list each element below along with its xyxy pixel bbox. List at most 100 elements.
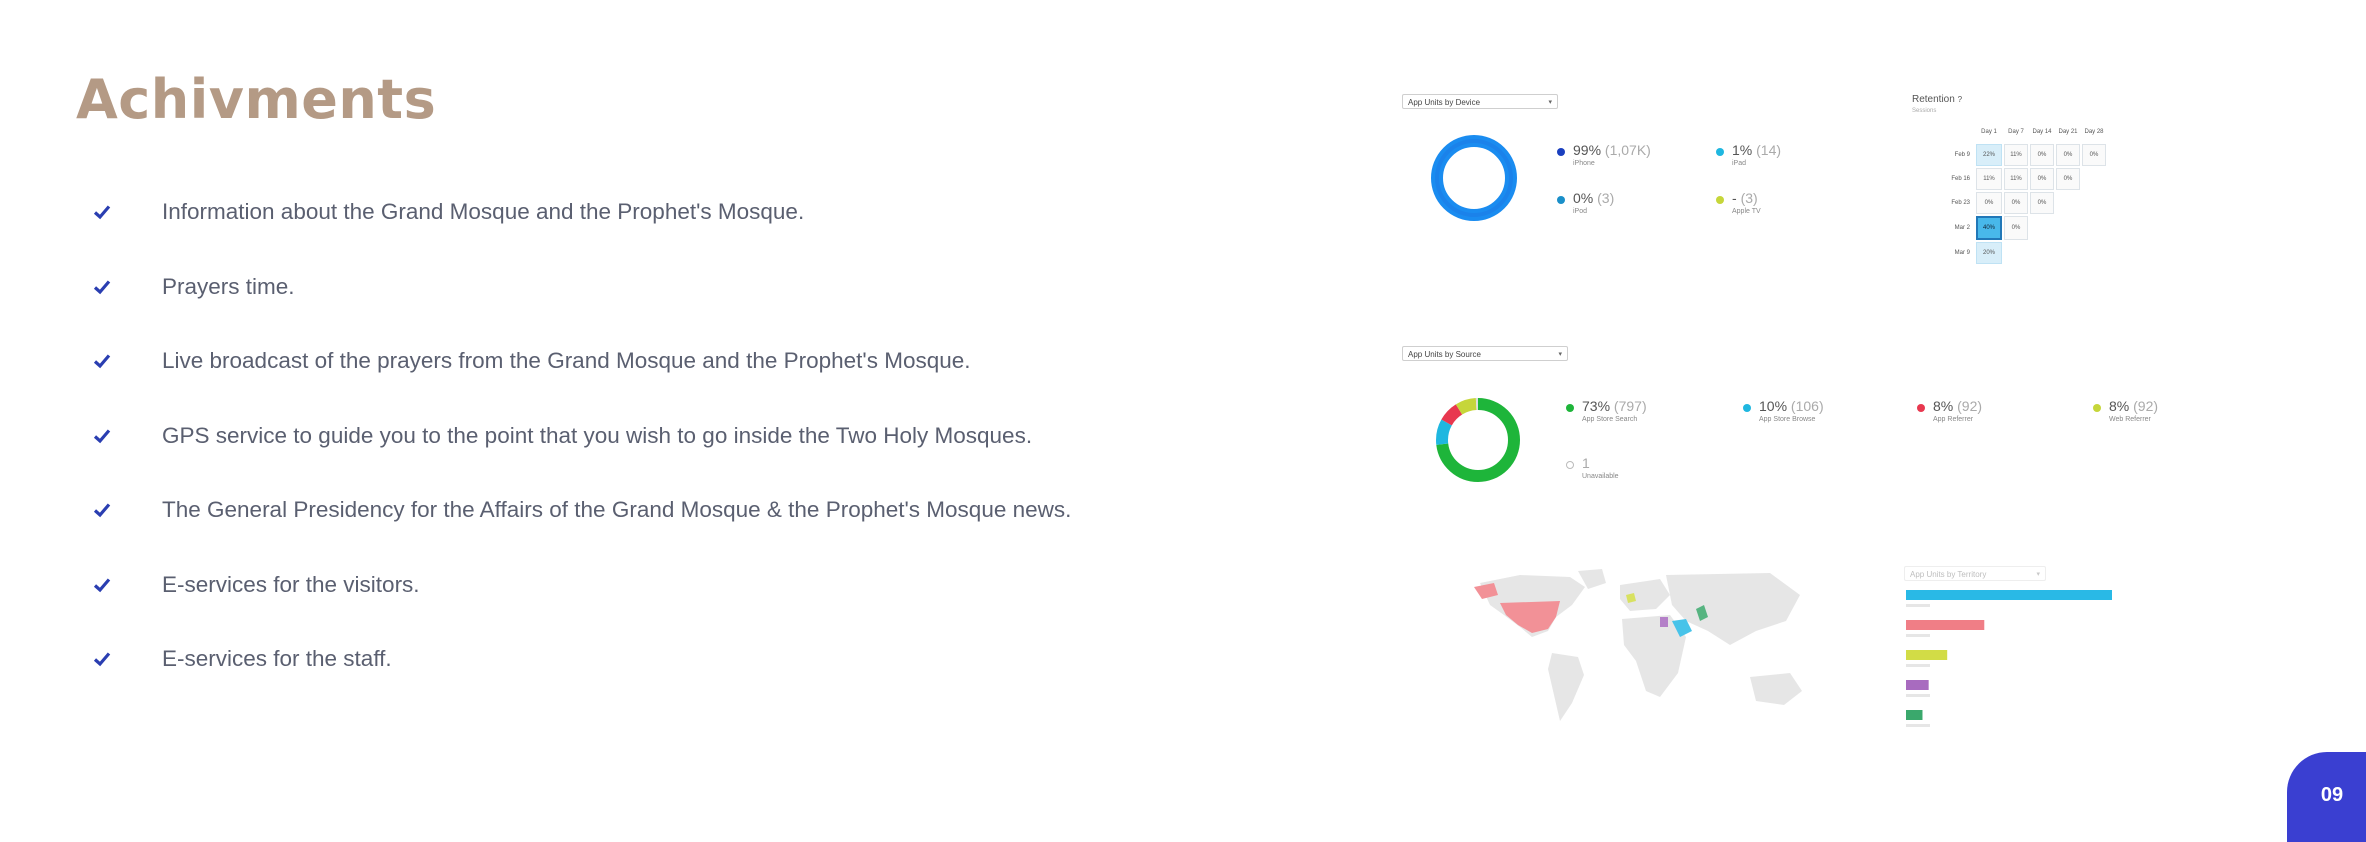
page-title: Achivments <box>76 68 437 131</box>
row-label: Feb 9 <box>1954 152 1970 158</box>
legend-dot <box>1557 148 1565 156</box>
legend-count: (1,07K) <box>1604 142 1651 158</box>
table-cell: 0% <box>2030 168 2054 190</box>
legend-dot <box>1917 404 1925 412</box>
legend-pct: 99% <box>1573 142 1602 158</box>
list-item: Prayers time. <box>92 269 1071 344</box>
list-item-text: E-services for the visitors. <box>162 571 420 597</box>
list-item-text: E-services for the staff. <box>162 646 392 671</box>
device-donut <box>1431 135 1517 221</box>
table-cell: 22% <box>1976 144 2002 166</box>
check-icon <box>92 575 112 595</box>
legend-dot <box>1716 148 1724 156</box>
list-item: GPS service to guide you to the point th… <box>92 418 1071 493</box>
legend-count: (3) <box>1740 190 1758 206</box>
territory-bar-label <box>1906 694 1930 697</box>
map-egypt <box>1660 617 1668 627</box>
legend-pct: 8% <box>1933 398 1954 414</box>
territory-bar-chart <box>1906 590 2112 727</box>
legend-label: iPod <box>1573 208 1588 215</box>
map-asia <box>1666 573 1800 645</box>
territory-bar <box>1906 590 2112 600</box>
territory-dropdown-label: App Units by Territory <box>1910 570 1987 579</box>
legend-pct: 1 <box>1582 455 1590 471</box>
chevron-down-icon: ▾ <box>2036 571 2040 578</box>
table-cell: 0% <box>2056 144 2080 166</box>
legend-label: Unavailable <box>1582 473 1619 480</box>
legend-pct: - <box>1732 190 1737 206</box>
table-row: Feb 16 11% 11% 0% 0% <box>1942 168 2106 190</box>
column-header: Day 28 <box>2084 129 2104 135</box>
retention-subtitle: Sessions <box>1912 108 1937 114</box>
map-usa <box>1500 601 1560 633</box>
device-dropdown[interactable]: App Units by Device ▾ <box>1402 94 1558 109</box>
row-label: Feb 23 <box>1951 200 1970 206</box>
legend-count: (92) <box>1957 398 1983 414</box>
legend-count: (92) <box>2133 398 2159 414</box>
table-row: Feb 9 22% 11% 0% 0% 0% <box>1942 144 2106 166</box>
help-icon[interactable]: ? <box>1958 95 1962 104</box>
list-item: E-services for the staff. <box>92 641 1071 716</box>
legend-dot <box>1557 196 1565 204</box>
column-header: Day 14 <box>2032 129 2052 135</box>
list-item: E-services for the visitors. <box>92 567 1071 642</box>
territory-bar <box>1906 710 1923 720</box>
legend-label: iPad <box>1732 160 1747 167</box>
retention-title-text: Retention <box>1912 94 1955 105</box>
chevron-down-icon: ▾ <box>1548 99 1552 106</box>
legend-pct: 10% <box>1759 398 1788 414</box>
table-cell: 11% <box>1976 168 2002 190</box>
legend-pct: 8% <box>2109 398 2130 414</box>
legend-label: App Referrer <box>1933 416 1974 423</box>
table-cell: 0% <box>2004 216 2028 240</box>
table-row: Feb 23 0% 0% 0% <box>1942 192 2106 214</box>
legend-label: Apple TV <box>1732 208 1761 215</box>
legend-label: iPhone <box>1573 160 1595 167</box>
territory-dropdown[interactable]: App Units by Territory ▾ <box>1904 566 2046 581</box>
map-australia <box>1750 673 1802 705</box>
legend-dot <box>1566 461 1574 469</box>
table-cell: 0% <box>2030 192 2054 214</box>
legend-label: App Store Browse <box>1759 416 1816 423</box>
table-cell: 0% <box>2082 144 2106 166</box>
territory-bar-label <box>1906 634 1930 637</box>
column-header: Day 7 <box>2008 129 2024 135</box>
retention-table: Day 1 Day 7 Day 14 Day 21 Day 28 Feb 9 2… <box>1940 120 2108 266</box>
check-icon <box>92 202 112 222</box>
legend-label: Web Referrer <box>2109 416 2151 423</box>
table-cell: 0% <box>2056 168 2080 190</box>
check-icon <box>92 649 112 669</box>
legend-count: (797) <box>1613 398 1647 414</box>
legend-dot <box>1566 404 1574 412</box>
list-item-text: Prayers time. <box>162 273 295 299</box>
column-header: Day 1 <box>1981 129 1997 135</box>
table-cell: 0% <box>2030 144 2054 166</box>
check-icon <box>92 351 112 371</box>
check-icon <box>92 426 112 446</box>
world-map <box>1474 569 1802 721</box>
list-item: Information about the Grand Mosque and t… <box>92 194 1071 269</box>
list-item-text: GPS service to guide you to the point th… <box>162 422 1033 448</box>
row-label: Mar 9 <box>1954 250 1970 256</box>
source-donut <box>1436 398 1520 482</box>
row-label: Mar 2 <box>1954 225 1970 231</box>
legend-dot <box>1743 404 1751 412</box>
table-cell: 11% <box>2004 168 2028 190</box>
page-number: 09 <box>2320 784 2344 806</box>
territory-bar <box>1906 680 1929 690</box>
source-dropdown[interactable]: App Units by Source ▾ <box>1402 346 1568 361</box>
legend-count: (106) <box>1790 398 1824 414</box>
chevron-down-icon: ▾ <box>1558 351 1562 358</box>
legend-dot <box>2093 404 2101 412</box>
territory-bar-label <box>1906 664 1930 667</box>
list-item: Live broadcast of the prayers from the G… <box>92 343 1071 418</box>
list-item-text: Live broadcast of the prayers from the G… <box>162 348 971 373</box>
territory-bar <box>1906 620 1985 630</box>
table-cell: 40% <box>1976 216 2002 240</box>
table-cell: 0% <box>2004 192 2028 214</box>
table-cell: 20% <box>1976 242 2002 264</box>
table-header-row: Day 1 Day 7 Day 14 Day 21 Day 28 <box>1942 122 2106 142</box>
table-cell: 11% <box>2004 144 2028 166</box>
table-row: Mar 2 40% 0% <box>1942 216 2106 240</box>
device-dropdown-label: App Units by Device <box>1408 98 1481 107</box>
